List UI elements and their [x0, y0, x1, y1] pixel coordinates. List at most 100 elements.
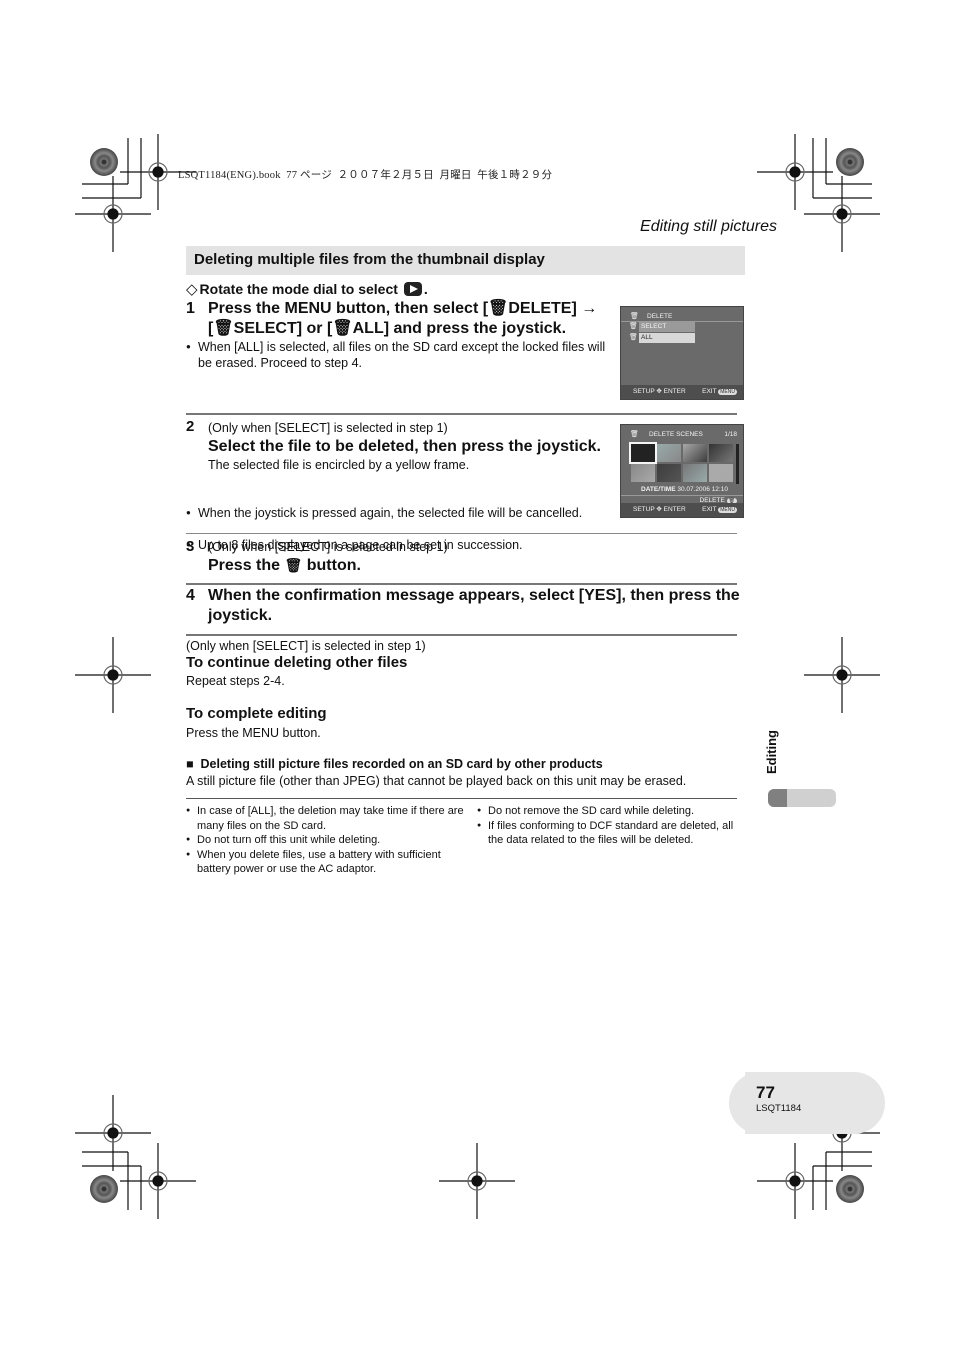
notes-right-column: Do not remove the SD card while deleting… [477, 804, 742, 848]
step-3-condition: (Only when [SELECT] is selected in step … [208, 540, 448, 554]
crosshair-mark [757, 1143, 833, 1219]
screen1-title: DELETE [647, 313, 673, 320]
complete-text: Press the MENU button. [186, 726, 321, 740]
divider-3 [186, 583, 737, 585]
section-title: Deleting multiple files from the thumbna… [194, 251, 545, 268]
step-1-bullet: When [ALL] is selected, all files on the… [186, 339, 606, 371]
thumbnail[interactable] [709, 444, 733, 462]
trash-button-icon: 🗑 [284, 557, 303, 573]
step-1-number: 1 [186, 300, 195, 317]
doc-code: LSQT1184 [756, 1103, 802, 1114]
diamond-icon: ◇ [186, 281, 198, 298]
divider-2 [186, 533, 737, 534]
step-2-number: 2 [186, 418, 195, 435]
screen1-footer-left: SETUP ✥ ENTER [633, 388, 686, 395]
screen1-footer: SETUP ✥ ENTER EXIT MENU [621, 385, 743, 399]
step-1-heading-text: Press the MENU button, then select [ [208, 300, 489, 317]
running-head: Editing still pictures [640, 218, 777, 235]
print-starburst-bottom-left [90, 1175, 118, 1203]
note-right-2: If files conforming to DCF standard are … [477, 819, 742, 848]
screen1-footer-right: EXIT MENU [702, 388, 737, 395]
step-1-all-label: ALL] and press the joystick. [352, 320, 567, 337]
step-3-heading-pre: Press the [208, 557, 281, 574]
note-left-1: In case of [ALL], the deletion may take … [186, 804, 466, 833]
step-3-number: 3 [186, 538, 195, 555]
delete-scenes-icon: 🗑 [630, 431, 639, 438]
note-left-2: Do not turn off this unit while deleting… [186, 833, 466, 848]
crosshair-mark [804, 176, 880, 252]
step-2-heading: Select the file to be deleted, then pres… [208, 438, 601, 455]
playback-mode-icon [403, 282, 422, 296]
continue-condition: (Only when [SELECT] is selected in step … [186, 639, 426, 653]
other-products-heading: ■ Deleting still picture files recorded … [186, 757, 603, 771]
screen2-page: 1/18 [724, 431, 737, 438]
screen1-option-all[interactable]: ALL [639, 333, 695, 343]
step-2-bullet-1: When the joystick is pressed again, the … [186, 505, 606, 521]
datetime-label: DATE/TIME [641, 486, 676, 493]
thumbnail[interactable] [631, 464, 655, 482]
step-2-condition: (Only when [SELECT] is selected in step … [208, 421, 448, 435]
step-1-select-label: SELECT] or [ [233, 320, 333, 337]
thumbnail[interactable] [657, 464, 681, 482]
prestep-instruction: ◇ Rotate the mode dial to select . [186, 280, 428, 298]
menu-button-icon: MENU [718, 389, 737, 395]
step-1-delete-label: DELETE] → [508, 300, 598, 317]
print-starburst-top-right [836, 148, 864, 176]
select-option-icon: 🗑 [629, 323, 638, 330]
datetime-value: 30.07.2006 12:10 [677, 486, 728, 493]
step-4-number: 4 [186, 587, 195, 604]
trash-select-icon: 🗑 [213, 320, 234, 337]
notes-left-column: In case of [ALL], the deletion may take … [186, 804, 466, 877]
screen1-exit-label: EXIT [702, 388, 717, 395]
screen2-footer: SETUP ✥ ENTER EXIT MENU [621, 503, 743, 517]
screen2-footer-right: EXIT MENU [702, 506, 737, 513]
print-starburst-bottom-right [836, 1175, 864, 1203]
thumbnail[interactable] [709, 464, 733, 482]
square-bullet-icon: ■ [186, 757, 194, 771]
thumbnail-scrollbar[interactable] [736, 444, 739, 484]
thumbnail[interactable] [683, 464, 707, 482]
trash-icon: 🗑 [488, 300, 509, 317]
crosshair-mark [75, 1095, 151, 1171]
complete-heading: To complete editing [186, 705, 327, 722]
other-products-text: A still picture file (other than JPEG) t… [186, 774, 687, 788]
other-products-heading-text: Deleting still picture files recorded on… [200, 757, 603, 771]
screen-delete-scenes: 🗑 DELETE SCENES 1/18 DATE/TIME 30.07.200… [620, 424, 744, 518]
crosshair-mark [439, 1143, 515, 1219]
crosshair-mark [75, 176, 151, 252]
step-2-note: The selected file is encircled by a yell… [208, 458, 470, 472]
note-right-1: Do not remove the SD card while deleting… [477, 804, 742, 819]
screen-delete-menu: 🗑 DELETE 🗑 SELECT 🗑 ALL SETUP ✥ ENTER EX… [620, 306, 744, 400]
screen2-footer-left: SETUP ✥ ENTER [633, 506, 686, 513]
crosshair-mark [757, 134, 833, 210]
crosshair-mark [75, 637, 151, 713]
divider-1 [186, 413, 737, 415]
divider-notes [186, 798, 737, 799]
note-left-3: When you delete files, use a battery wit… [186, 848, 466, 877]
thumbnail[interactable] [683, 444, 707, 462]
step-3-heading: Press the 🗑 button. [208, 555, 361, 576]
step-4-heading: When the confirmation message appears, s… [208, 587, 740, 624]
screen2-datetime: DATE/TIME 30.07.2006 12:10 [641, 486, 728, 493]
menu-button-icon: MENU [718, 507, 737, 513]
all-option-icon: 🗑 [629, 334, 638, 341]
screen1-option-select[interactable]: SELECT [639, 322, 695, 332]
screen2-title: DELETE SCENES [649, 431, 703, 438]
crosshair-mark [120, 1143, 196, 1219]
print-starburst-top-left [90, 148, 118, 176]
thumbnail[interactable] [657, 444, 681, 462]
side-tab-bar-fill [768, 789, 787, 807]
prestep-period: . [423, 281, 428, 297]
divider-4 [186, 634, 737, 636]
delete-menu-icon: 🗑 [630, 313, 639, 320]
continue-heading: To continue deleting other files [186, 654, 408, 671]
trash-all-icon: 🗑 [332, 320, 353, 337]
thumbnail[interactable] [629, 442, 657, 464]
page-number: 77 [756, 1083, 775, 1102]
crosshair-mark [804, 637, 880, 713]
print-book-info: LSQT1184(ENG).book 77 ページ ２００７年２月５日 月曜日 … [178, 170, 553, 181]
screen2-exit-label: EXIT [702, 506, 717, 513]
prestep-text: Rotate the mode dial to select [199, 281, 398, 297]
continue-text: Repeat steps 2-4. [186, 674, 285, 688]
step-3-heading-post: button. [306, 557, 361, 574]
